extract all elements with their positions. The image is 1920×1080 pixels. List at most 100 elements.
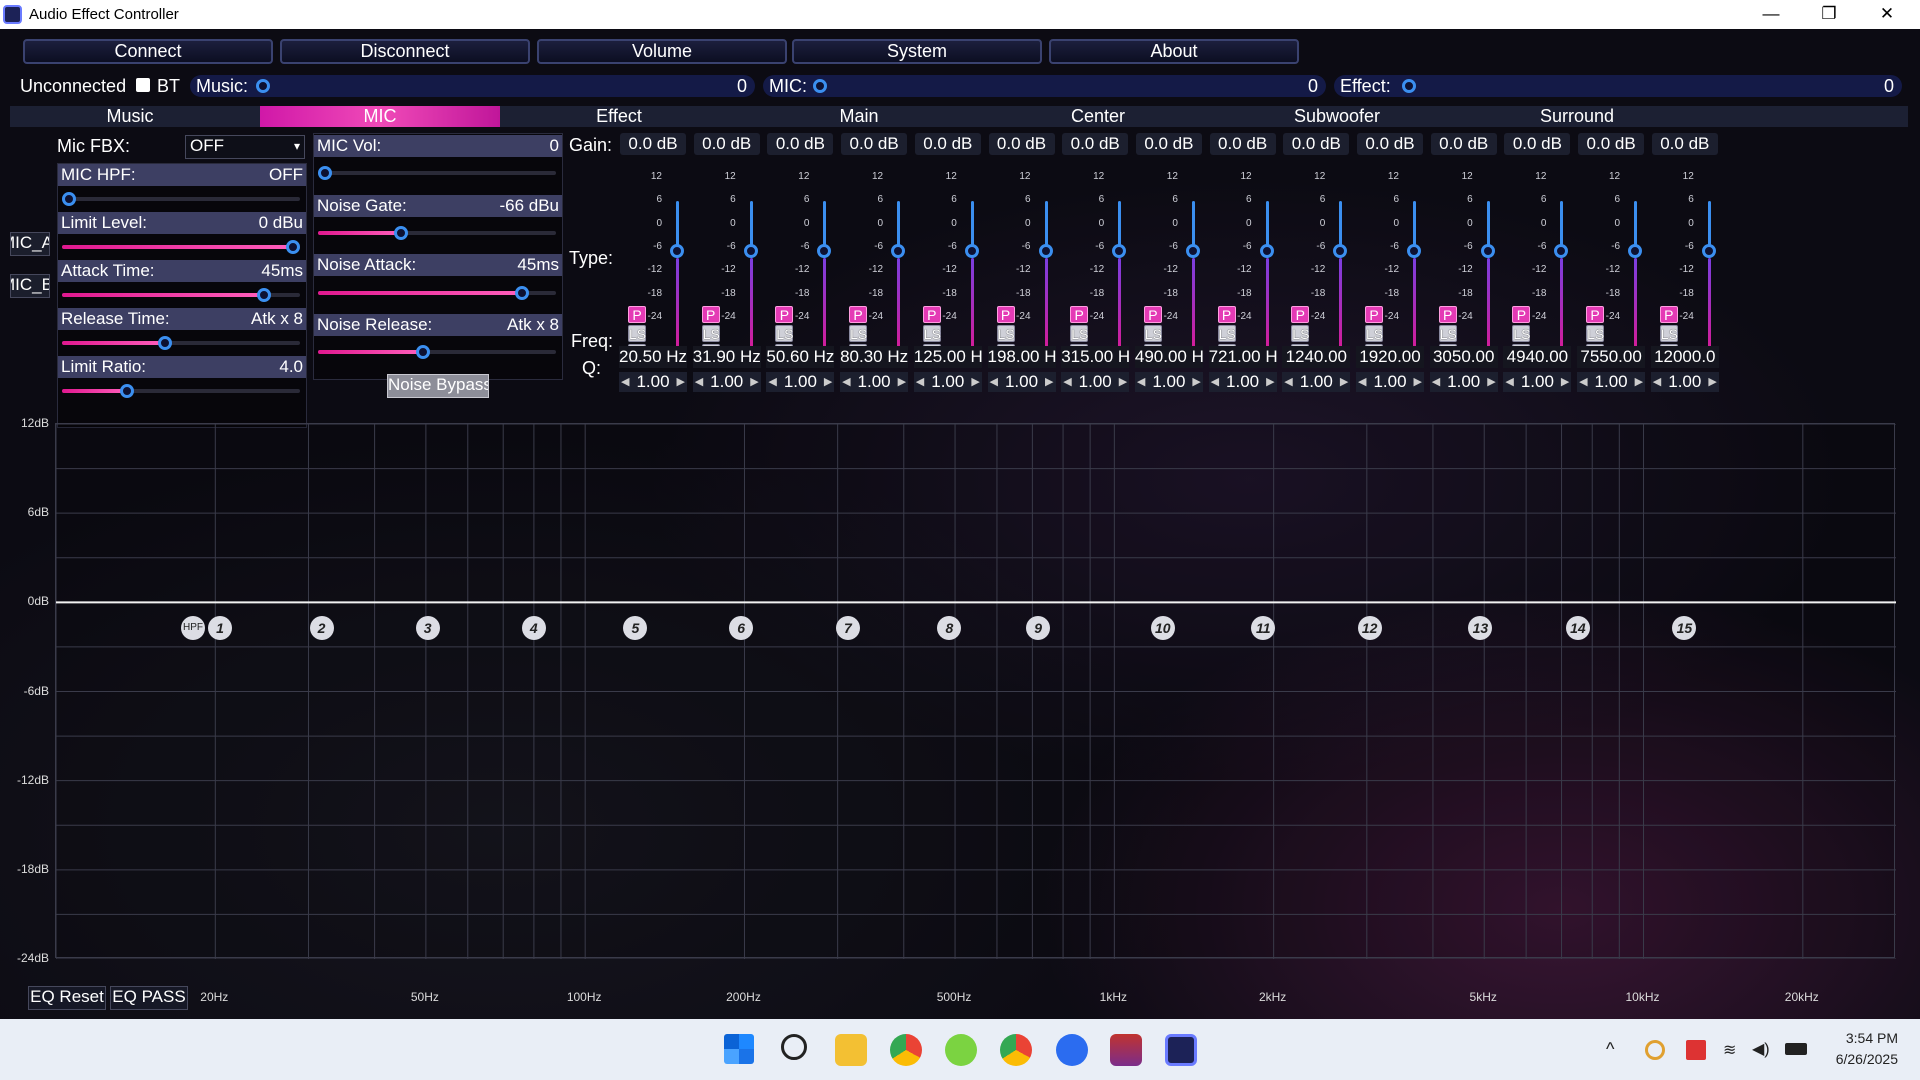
eq-band-node[interactable]: 14	[1565, 616, 1590, 640]
q-decrease-icon[interactable]: ◀	[1358, 372, 1366, 392]
band-type-ls[interactable]: LS	[775, 325, 794, 342]
effect-volume-slider[interactable]: Effect: 0	[1334, 75, 1902, 97]
chrome-profile-icon[interactable]	[1000, 1034, 1032, 1066]
eq-response-graph[interactable]	[55, 423, 1896, 960]
band-type-ls[interactable]: LS	[1291, 325, 1309, 342]
q-decrease-icon[interactable]: ◀	[1432, 372, 1440, 392]
noise-gate-slider[interactable]	[318, 225, 556, 241]
band-type-ls[interactable]: LS	[849, 325, 867, 342]
band-gain-knob[interactable]	[1554, 244, 1569, 258]
band-freq-value[interactable]: 3050.00	[1429, 346, 1498, 368]
system-button[interactable]: System	[792, 39, 1042, 64]
band-gain-value[interactable]: 0.0 dB	[988, 133, 1055, 155]
eq-pass-button[interactable]: EQ PASS	[110, 986, 188, 1010]
band-gain-knob[interactable]	[891, 244, 906, 258]
band-gain-knob[interactable]	[1701, 244, 1716, 258]
band-gain-value[interactable]: 0.0 dB	[1504, 133, 1571, 155]
band-q-stepper[interactable]: ◀ 1.00 ▶	[1577, 372, 1646, 392]
band-gain-knob[interactable]	[1259, 244, 1274, 258]
band-gain-value[interactable]: 0.0 dB	[1578, 133, 1645, 155]
band-freq-value[interactable]: 12000.0	[1650, 346, 1719, 368]
band-freq-value[interactable]: 1240.00	[1282, 346, 1351, 368]
minimize-button[interactable]: —	[1742, 0, 1800, 29]
noise-bypass-button[interactable]: Noise Bypass	[387, 374, 489, 398]
start-icon[interactable]	[724, 1034, 754, 1064]
q-increase-icon[interactable]: ▶	[971, 372, 979, 392]
mic-vol-slider[interactable]	[318, 165, 556, 181]
q-decrease-icon[interactable]: ◀	[768, 372, 776, 392]
band-type-p[interactable]: P	[775, 306, 794, 323]
q-increase-icon[interactable]: ▶	[898, 372, 906, 392]
eq-band-node[interactable]: 3	[415, 616, 440, 640]
band-q-stepper[interactable]: ◀ 1.00 ▶	[1650, 372, 1719, 392]
noise-attack-slider[interactable]	[318, 285, 556, 301]
eq-band-node[interactable]: 10	[1150, 616, 1175, 640]
band-freq-value[interactable]: 80.30 Hz	[840, 346, 909, 368]
chrome-icon[interactable]	[890, 1034, 922, 1066]
band-gain-value[interactable]: 0.0 dB	[693, 133, 760, 155]
band-gain-value[interactable]: 0.0 dB	[1430, 133, 1497, 155]
band-gain-value[interactable]: 0.0 dB	[914, 133, 981, 155]
q-increase-icon[interactable]: ▶	[1119, 372, 1127, 392]
music-volume-slider[interactable]: Music: 0	[190, 75, 755, 97]
band-gain-knob[interactable]	[964, 244, 979, 258]
band-type-ls[interactable]: LS	[1438, 325, 1457, 342]
band-freq-value[interactable]: 4940.00	[1503, 346, 1572, 368]
mic-fbx-select[interactable]: OFF ▾	[185, 135, 305, 159]
tab-mic[interactable]: MIC	[260, 106, 500, 127]
q-decrease-icon[interactable]: ◀	[842, 372, 850, 392]
band-type-p[interactable]: P	[996, 306, 1015, 323]
band-freq-value[interactable]: 50.60 Hz	[766, 346, 835, 368]
limit-level-slider[interactable]	[62, 239, 300, 255]
volume-button[interactable]: Volume	[537, 39, 787, 64]
eq-band-node[interactable]: 2	[309, 616, 334, 640]
q-increase-icon[interactable]: ▶	[1487, 372, 1495, 392]
coccoc-icon[interactable]	[945, 1034, 977, 1066]
mic-slider-knob[interactable]	[813, 79, 827, 93]
band-type-ls[interactable]: LS	[1217, 325, 1236, 342]
band-type-ls[interactable]: LS	[1365, 325, 1383, 342]
band-type-p[interactable]: P	[1365, 306, 1383, 323]
speaker-icon[interactable]: ◀)	[1752, 1039, 1770, 1059]
band-gain-value[interactable]: 0.0 dB	[1135, 133, 1202, 155]
band-type-ls[interactable]: LS	[922, 325, 941, 342]
band-type-p[interactable]: P	[701, 306, 720, 323]
q-decrease-icon[interactable]: ◀	[1653, 372, 1661, 392]
band-q-stepper[interactable]: ◀ 1.00 ▶	[1282, 372, 1351, 392]
search-icon[interactable]	[781, 1034, 807, 1060]
bt-checkbox[interactable]	[136, 78, 150, 92]
band-q-stepper[interactable]: ◀ 1.00 ▶	[1061, 372, 1130, 392]
band-type-p[interactable]: P	[849, 306, 868, 323]
band-gain-knob[interactable]	[1038, 244, 1053, 258]
q-increase-icon[interactable]: ▶	[1414, 372, 1422, 392]
band-q-stepper[interactable]: ◀ 1.00 ▶	[987, 372, 1056, 392]
band-type-p[interactable]: P	[922, 306, 941, 323]
band-gain-knob[interactable]	[1333, 244, 1348, 258]
connect-button[interactable]: Connect	[23, 39, 273, 64]
band-freq-value[interactable]: 1920.00	[1356, 346, 1424, 368]
q-decrease-icon[interactable]: ◀	[1063, 372, 1071, 392]
q-decrease-icon[interactable]: ◀	[1211, 372, 1219, 392]
band-gain-knob[interactable]	[1480, 244, 1495, 258]
band-freq-value[interactable]: 721.00 Hz	[1208, 346, 1277, 368]
band-q-stepper[interactable]: ◀ 1.00 ▶	[840, 372, 909, 392]
eq-band-node[interactable]: 9	[1026, 616, 1051, 640]
band-q-stepper[interactable]: ◀ 1.00 ▶	[1356, 372, 1424, 392]
q-increase-icon[interactable]: ▶	[1045, 372, 1053, 392]
tab-center[interactable]: Center	[978, 106, 1218, 127]
band-gain-value[interactable]: 0.0 dB	[1209, 133, 1276, 155]
disconnect-button[interactable]: Disconnect	[280, 39, 530, 64]
band-gain-value[interactable]: 0.0 dB	[620, 133, 686, 155]
band-gain-value[interactable]: 0.0 dB	[841, 133, 908, 155]
zalo-icon[interactable]	[1056, 1034, 1088, 1066]
band-type-ls[interactable]: LS	[701, 325, 720, 342]
q-increase-icon[interactable]: ▶	[677, 372, 685, 392]
q-increase-icon[interactable]: ▶	[1340, 372, 1348, 392]
band-gain-value[interactable]: 0.0 dB	[1283, 133, 1350, 155]
band-freq-value[interactable]: 315.00 Hz	[1061, 346, 1130, 368]
band-q-stepper[interactable]: ◀ 1.00 ▶	[1134, 372, 1203, 392]
band-gain-value[interactable]: 0.0 dB	[1357, 133, 1423, 155]
q-increase-icon[interactable]: ▶	[1192, 372, 1200, 392]
band-type-p[interactable]: P	[1659, 306, 1678, 323]
battery-icon[interactable]	[1785, 1043, 1807, 1055]
